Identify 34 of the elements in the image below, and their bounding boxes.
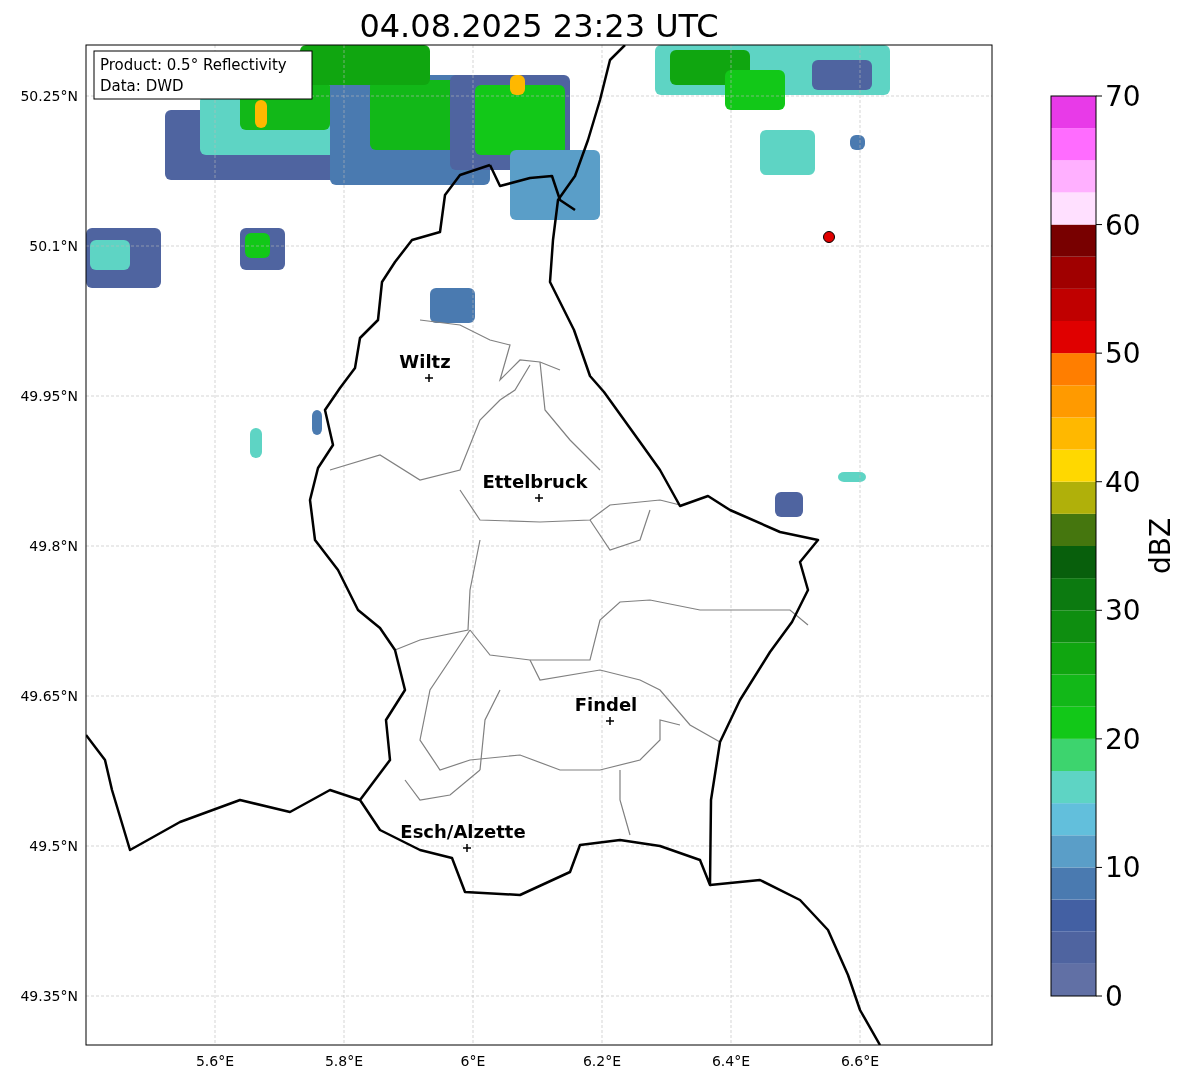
axis-tick-label: 6.6°E [840, 1053, 880, 1069]
city-marker [424, 373, 434, 383]
axis-tick-label: 50.1°N [29, 238, 78, 254]
axis-tick-label: 6.4°E [711, 1053, 751, 1069]
city-label: Findel [574, 694, 638, 715]
city-marker [605, 716, 615, 726]
colorbar-label: dBZ [1144, 517, 1177, 575]
city-label: Esch/Alzette [400, 821, 526, 842]
colorbar-tick-label: 30 [1105, 594, 1141, 628]
city-marker [462, 843, 472, 853]
colorbar-tick-label: 50 [1105, 337, 1141, 371]
colorbar-tick-label: 20 [1105, 722, 1141, 756]
colorbar-tick-label: 10 [1105, 851, 1141, 885]
axis-tick-label: 49.5°N [29, 838, 78, 854]
chart-title: 04.08.2025 23:23 UTC [359, 7, 719, 45]
axis-tick-label: 49.95°N [20, 388, 78, 404]
axis-tick-label: 5.6°E [195, 1053, 235, 1069]
colorbar-tick-label: 70 [1105, 80, 1141, 113]
colorbar-tick-label: 60 [1105, 208, 1141, 242]
axis-tick-label: 5.8°E [324, 1053, 364, 1069]
colorbar-tick-label: 0 [1105, 980, 1123, 1013]
city-label: Wiltz [399, 351, 451, 372]
city-marker [534, 493, 544, 503]
radar-site-marker [823, 231, 835, 243]
axis-tick-label: 50.25°N [20, 88, 78, 104]
axis-tick-label: 49.65°N [20, 688, 78, 704]
colorbar-tick-label: 40 [1105, 465, 1141, 499]
legend-text: Data: DWD [100, 77, 184, 95]
axis-tick-label: 6.2°E [582, 1053, 622, 1069]
legend-text: Product: 0.5° Reflectivity [100, 56, 287, 74]
axis-tick-label: 49.35°N [20, 988, 78, 1004]
city-label: Ettelbruck [482, 471, 588, 492]
axis-tick-label: 49.8°N [29, 538, 78, 554]
axis-tick-label: 6°E [460, 1053, 486, 1069]
